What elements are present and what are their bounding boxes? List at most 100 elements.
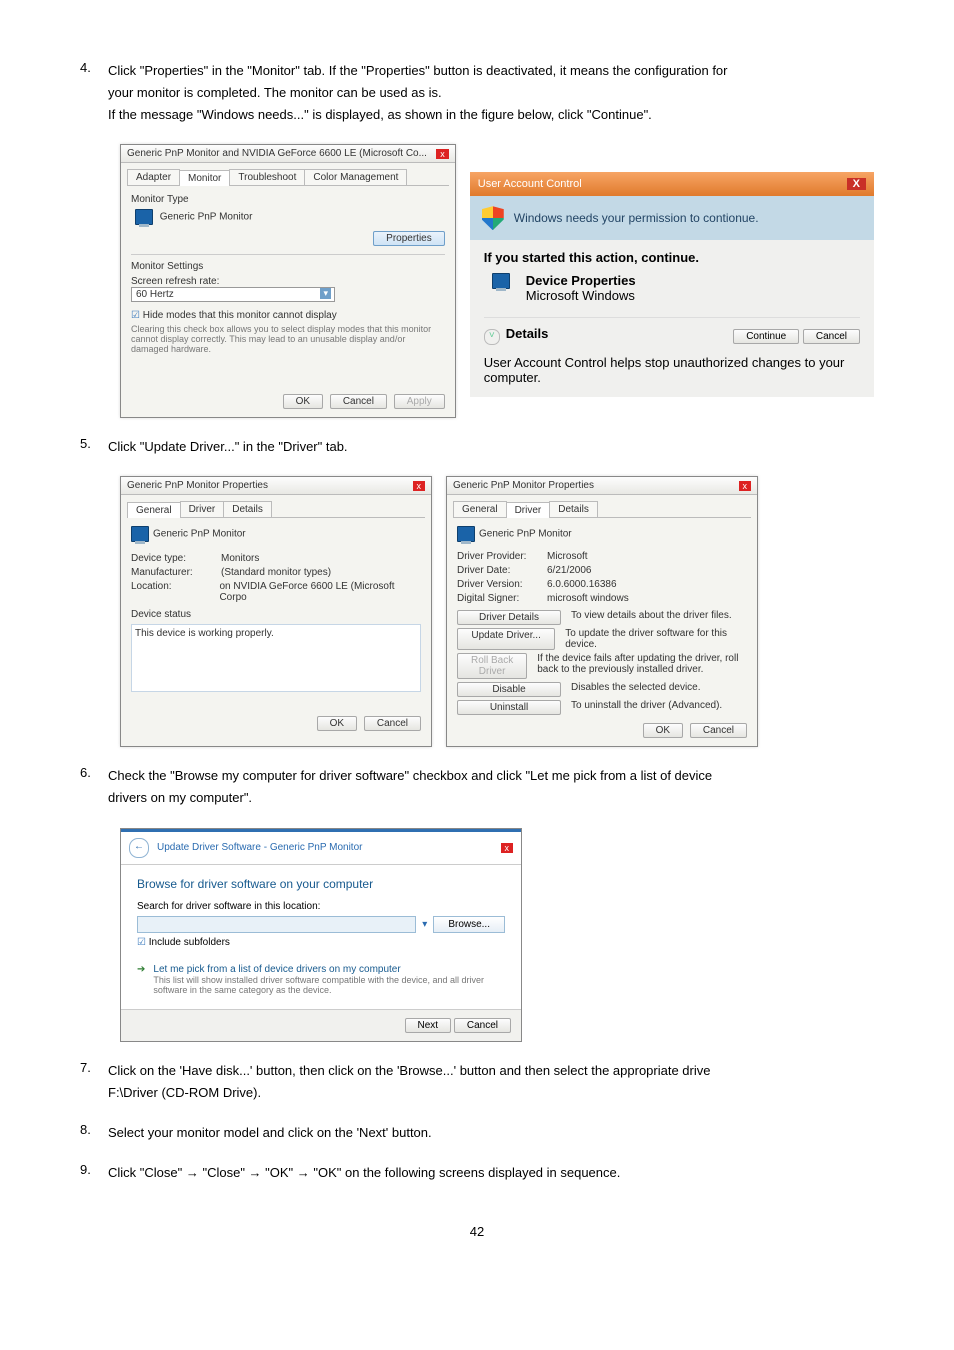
ok-button[interactable]: OK <box>643 723 683 738</box>
close-icon[interactable]: X <box>847 178 866 190</box>
pick-from-list-option[interactable]: ➔ Let me pick from a list of device driv… <box>137 964 505 995</box>
step-4-line2: your monitor is completed. The monitor c… <box>108 82 874 104</box>
step-6-line1: Check the "Browse my computer for driver… <box>108 768 712 783</box>
update-driver-button[interactable]: Update Driver... <box>457 628 555 650</box>
hide-modes-label: Hide modes that this monitor cannot disp… <box>143 310 337 321</box>
next-button[interactable]: Next <box>405 1018 452 1033</box>
step-6-num: 6. <box>80 765 108 809</box>
wizard-breadcrumb: Update Driver Software - Generic PnP Mon… <box>157 842 362 853</box>
tab-general[interactable]: General <box>453 501 507 517</box>
tab-driver[interactable]: Driver <box>506 502 551 518</box>
monitor-name: Generic PnP Monitor <box>160 212 253 223</box>
version-value: 6.0.6000.16386 <box>547 579 617 590</box>
step-6-line2: drivers on my computer". <box>108 787 874 809</box>
include-subfolders-checkbox[interactable]: Include subfolders <box>137 937 505 948</box>
arrow-right-icon: ➔ <box>137 964 145 975</box>
step-7: 7. Click on the 'Have disk...' button, t… <box>80 1060 874 1104</box>
ok-button[interactable]: OK <box>283 394 323 409</box>
uac-title-bar: User Account Control X <box>470 172 874 196</box>
close-icon[interactable]: x <box>501 843 514 853</box>
continue-button[interactable]: Continue <box>733 329 799 344</box>
apply-button[interactable]: Apply <box>394 394 445 409</box>
properties-driver-dialog: Generic PnP Monitor Propertiesx General … <box>446 476 758 747</box>
date-key: Driver Date: <box>457 565 547 576</box>
close-icon[interactable]: x <box>436 149 449 159</box>
step-5-screenshots: Generic PnP Monitor Propertiesx General … <box>120 476 874 747</box>
cancel-button[interactable]: Cancel <box>690 723 747 738</box>
cancel-button[interactable]: Cancel <box>454 1018 511 1033</box>
step-7-text: Click on the 'Have disk...' button, then… <box>108 1060 874 1104</box>
step-7-line1: Click on the 'Have disk...' button, then… <box>108 1063 711 1078</box>
search-path-input[interactable] <box>137 916 416 933</box>
hide-modes-checkbox[interactable]: Hide modes that this monitor cannot disp… <box>131 310 445 321</box>
driver-details-desc: To view details about the driver files. <box>571 610 732 625</box>
page-number: 42 <box>80 1224 874 1239</box>
uac-device-name: Device Properties <box>526 273 636 288</box>
dialog-title: Generic PnP Monitor Properties <box>127 480 268 491</box>
tab-general[interactable]: General <box>127 502 181 518</box>
monitor-properties-dialog: Generic PnP Monitor and NVIDIA GeForce 6… <box>120 144 456 418</box>
device-status-text: This device is working properly. <box>135 628 274 639</box>
monitor-dialog-title: Generic PnP Monitor and NVIDIA GeForce 6… <box>127 148 427 159</box>
manufacturer-key: Manufacturer: <box>131 567 221 578</box>
step-4-line1: Click "Properties" in the "Monitor" tab.… <box>108 63 728 78</box>
monitor-icon <box>457 526 475 542</box>
step-4-num: 4. <box>80 60 108 126</box>
step-8: 8. Select your monitor model and click o… <box>80 1122 874 1144</box>
wizard-heading: Browse for driver software on your compu… <box>137 877 505 891</box>
uninstall-button[interactable]: Uninstall <box>457 700 561 715</box>
provider-key: Driver Provider: <box>457 551 547 562</box>
back-icon[interactable]: ← <box>129 838 149 858</box>
browse-button[interactable]: Browse... <box>433 916 505 933</box>
tab-details[interactable]: Details <box>223 501 272 517</box>
rollback-driver-button[interactable]: Roll Back Driver <box>457 653 527 679</box>
device-status-box: This device is working properly. <box>131 624 421 692</box>
refresh-rate-label: Screen refresh rate: <box>131 276 445 287</box>
uac-headline: Windows needs your permission to contion… <box>514 211 759 225</box>
cancel-button[interactable]: Cancel <box>330 394 387 409</box>
update-driver-desc: To update the driver software for this d… <box>565 628 747 650</box>
device-type-key: Device type: <box>131 553 221 564</box>
step-6-text: Check the "Browse my computer for driver… <box>108 765 874 809</box>
pick-option-title: Let me pick from a list of device driver… <box>153 964 505 975</box>
step-8-text: Select your monitor model and click on t… <box>108 1122 874 1144</box>
location-key: Location: <box>131 581 219 603</box>
pick-option-desc: This list will show installed driver sof… <box>153 975 505 995</box>
uac-details-label[interactable]: Details <box>506 326 549 341</box>
step-9-text: Click "Close" → "Close" → "OK" → "OK" on… <box>108 1162 874 1184</box>
chevron-down-icon[interactable]: ˅ <box>484 329 500 345</box>
disable-button[interactable]: Disable <box>457 682 561 697</box>
refresh-rate-value: 60 Hertz <box>136 289 174 300</box>
monitor-type-label: Monitor Type <box>131 194 445 205</box>
close-icon[interactable]: x <box>413 481 426 491</box>
tab-color-management[interactable]: Color Management <box>304 169 407 185</box>
driver-details-button[interactable]: Driver Details <box>457 610 561 625</box>
step-9: 9. Click "Close" → "Close" → "OK" → "OK"… <box>80 1162 874 1184</box>
uninstall-desc: To uninstall the driver (Advanced). <box>571 700 722 715</box>
step-5-num: 5. <box>80 436 108 458</box>
monitor-icon <box>135 209 153 225</box>
tab-adapter[interactable]: Adapter <box>127 169 180 185</box>
monitor-dialog-tabs: Adapter Monitor Troubleshoot Color Manag… <box>127 169 449 186</box>
step-5: 5. Click "Update Driver..." in the "Driv… <box>80 436 874 458</box>
properties-button[interactable]: Properties <box>373 231 445 246</box>
properties-general-dialog: Generic PnP Monitor Propertiesx General … <box>120 476 432 747</box>
device-status-label: Device status <box>131 609 421 620</box>
tab-details[interactable]: Details <box>549 501 598 517</box>
tab-troubleshoot[interactable]: Troubleshoot <box>229 169 305 185</box>
version-key: Driver Version: <box>457 579 547 590</box>
cancel-button[interactable]: Cancel <box>364 716 421 731</box>
hide-modes-warning: Clearing this check box allows you to se… <box>131 324 445 354</box>
tab-driver[interactable]: Driver <box>180 501 225 517</box>
signer-value: microsoft windows <box>547 593 629 604</box>
uac-dialog: User Account Control X Windows needs you… <box>470 172 874 397</box>
step-7-num: 7. <box>80 1060 108 1104</box>
tab-monitor[interactable]: Monitor <box>179 170 230 186</box>
refresh-rate-select[interactable]: 60 Hertz <box>131 287 335 302</box>
step-6: 6. Check the "Browse my computer for dri… <box>80 765 874 809</box>
wizard-header: ← Update Driver Software - Generic PnP M… <box>121 832 521 865</box>
ok-button[interactable]: OK <box>317 716 357 731</box>
close-icon[interactable]: x <box>739 481 752 491</box>
cancel-button[interactable]: Cancel <box>803 329 860 344</box>
date-value: 6/21/2006 <box>547 565 592 576</box>
